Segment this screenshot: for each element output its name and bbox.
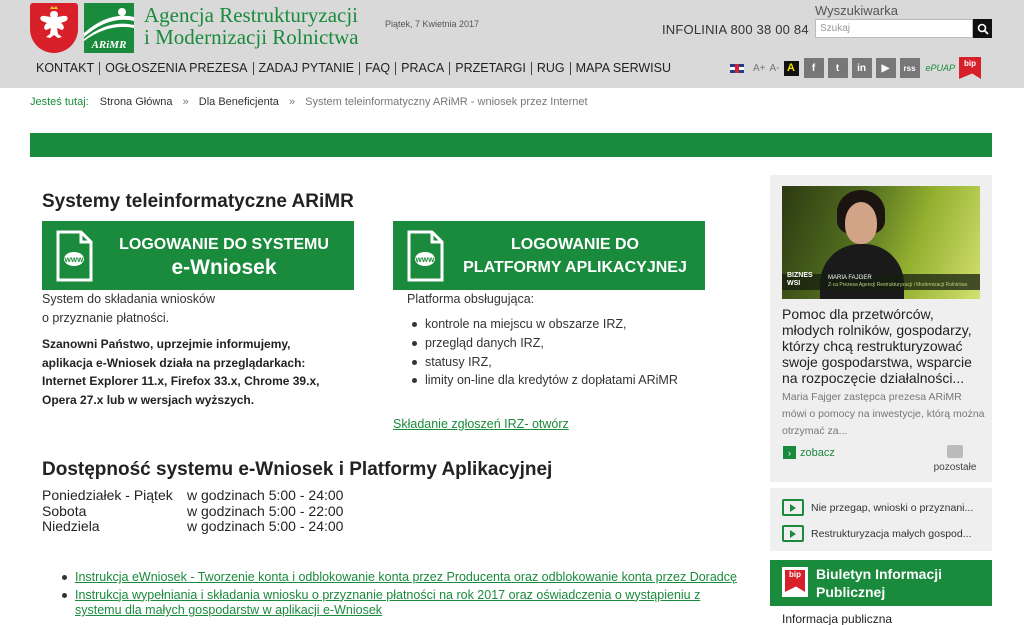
site-header: ARiMR Agencja Restrukturyzacji i Moderni… [0,0,1024,88]
video-list-item[interactable]: Nie przegap, wnioski o przyznani... [782,499,973,516]
list-item: kontrole na miejscu w obszarze IRZ, [412,315,678,334]
breadcrumb-home[interactable]: Strona Główna [100,96,173,108]
bip-icon: bip [782,567,808,597]
bip-title: Biuletyn Informacji Publicznej [816,566,943,600]
list-item: limity on-line dla kredytów z dopłatami … [412,371,678,390]
instruction-link-application[interactable]: Instrukcja wypełniania i składania wnios… [75,588,700,618]
play-icon [782,499,804,516]
document-www-icon: www [56,230,93,281]
epuap-icon[interactable]: ePUAP [926,63,956,73]
nav-president-announcements[interactable]: OGŁOSZENIA PREZESA [99,62,252,75]
logo-text: ARiMR [91,39,127,51]
current-date: Piątek, 7 Kwietnia 2017 [385,19,480,29]
nav-rug[interactable]: RUG [530,62,570,75]
availability-hours: Poniedziałek - Piątek w godzinach 5:00 -… [42,487,344,535]
hours-day: Niedziela [42,518,100,534]
video-list-item[interactable]: Restrukturyzacja małych gospod... [782,525,971,542]
nav-tenders[interactable]: PRZETARGI [449,62,531,75]
emblem-icon[interactable] [30,3,78,53]
contrast-button[interactable]: A [783,60,799,76]
hours-row: Poniedziałek - Piątek w godzinach 5:00 -… [42,487,344,504]
document-www-icon: www [407,230,444,281]
login-platform-line1: LOGOWANIE DO [511,235,639,253]
field-icon [84,8,134,41]
platform-intro: Platforma obsługująca: [407,292,535,306]
linkedin-icon[interactable]: in [851,58,872,78]
search-button[interactable] [973,19,992,38]
browser-notice: Szanowni Państwo, uprzejmie informujemy,… [42,337,320,407]
breadcrumb-beneficiary[interactable]: Dla Beneficjenta [199,96,279,108]
video-thumbnail[interactable]: BIZNES WSI MARIA FAJGER Z-ca Prezesa Age… [782,186,980,299]
font-larger-button[interactable]: A+ [753,63,766,74]
hours-day: Sobota [42,502,87,519]
irz-submission-link[interactable]: Składanie zgłoszeń IRZ- otwórz [393,417,569,431]
sidebar-heading[interactable]: Pomoc dla przetwórców, młodych rolników,… [782,306,988,386]
ewniosek-description: System do składania wniosków o przyznani… [42,292,215,325]
public-information-link[interactable]: Informacja publiczna [782,612,892,625]
chat-icon [947,445,963,458]
search-input[interactable] [815,19,973,38]
youtube-icon[interactable]: ▶ [875,58,896,78]
breadcrumb-label: Jesteś tutaj: [30,96,89,108]
bip-banner[interactable]: bip Biuletyn Informacji Publicznej [770,560,992,606]
nav-faq[interactable]: FAQ [359,62,395,75]
others-link[interactable]: pozostałe [929,445,981,473]
login-ewniosek-line1: LOGOWANIE DO SYSTEMU [119,235,329,253]
hotline: INFOLINIA 800 38 00 84 [662,22,809,37]
platform-features: kontrole na miejscu w obszarze IRZ, prze… [412,315,678,390]
arimr-logo[interactable]: ARiMR [84,3,134,53]
nav-contact[interactable]: KONTAKT [36,62,99,75]
nav-sitemap[interactable]: MAPA SERWISU [569,62,676,75]
instruction-links: Instrukcja eWniosek - Tworzenie konta i … [60,570,740,621]
see-more-link[interactable]: › zobacz [783,446,835,459]
hours-day: Poniedziałek - Piątek [42,487,173,503]
login-platform-line2: PLATFORMY APLIKACYJNEJ [463,258,687,276]
hours-row: Sobota w godzinach 5:00 - 22:00 [42,502,344,520]
top-nav: KONTAKT OGŁOSZENIA PREZESA ZADAJ PYTANIE… [36,62,676,75]
rss-icon[interactable]: rss [899,58,920,78]
hours-row: Niedziela w godzinach 5:00 - 24:00 [42,518,344,535]
doc-www-label: www [415,255,435,264]
facebook-icon[interactable]: f [803,58,824,78]
breadcrumb-separator: » [288,96,296,108]
video-brand: BIZNES WSI [787,272,813,287]
font-smaller-button[interactable]: A- [770,63,780,74]
video-caption: MARIA FAJGER Z-ca Prezesa Agencji Restru… [828,275,968,288]
page-title: Systemy teleinformatyczne ARiMR [42,191,354,212]
list-item: Instrukcja wypełniania i składania wnios… [60,588,740,619]
green-banner [30,133,992,157]
play-icon [782,525,804,542]
search-label: Wyszukiwarka [815,3,898,18]
hours-time: w godzinach 5:00 - 22:00 [187,502,344,519]
list-item: statusy IRZ, [412,353,678,372]
sidebar-text: Maria Fajger zastępca prezesa ARiMR mówi… [782,391,985,437]
twitter-icon[interactable]: t [827,58,848,78]
list-item: przegląd danych IRZ, [412,334,678,353]
search-icon [977,23,989,35]
breadcrumb: Jesteś tutaj: Strona Główna » Dla Benefi… [30,96,588,108]
agency-name[interactable]: Agencja Restrukturyzacji i Modernizacji … [144,4,359,48]
availability-title: Dostępność systemu e-Wniosek i Platformy… [42,459,553,480]
nav-jobs[interactable]: PRACA [395,62,449,75]
doc-www-label: www [64,255,84,264]
bip-icon[interactable]: bip [959,57,982,79]
login-ewniosek-button[interactable]: www LOGOWANIE DO SYSTEMU e-Wniosek [42,221,354,290]
arrow-right-icon: › [783,446,796,459]
uk-flag-icon[interactable] [730,63,744,73]
hours-time: w godzinach 5:00 - 24:00 [187,518,344,534]
list-item: Instrukcja eWniosek - Tworzenie konta i … [60,570,740,586]
hours-time: w godzinach 5:00 - 24:00 [187,487,344,503]
breadcrumb-current: System teleinformatyczny ARiMR - wniosek… [305,96,588,108]
breadcrumb-separator: » [182,96,189,108]
login-platform-button[interactable]: www LOGOWANIE DO PLATFORMY APLIKACYJNEJ [393,221,705,290]
header-tools: A+ A- A f t in ▶ rss ePUAP bip [730,57,982,79]
nav-ask-question[interactable]: ZADAJ PYTANIE [252,62,360,75]
login-ewniosek-line2: e-Wniosek [171,255,277,279]
instruction-link-account[interactable]: Instrukcja eWniosek - Tworzenie konta i … [75,570,737,584]
